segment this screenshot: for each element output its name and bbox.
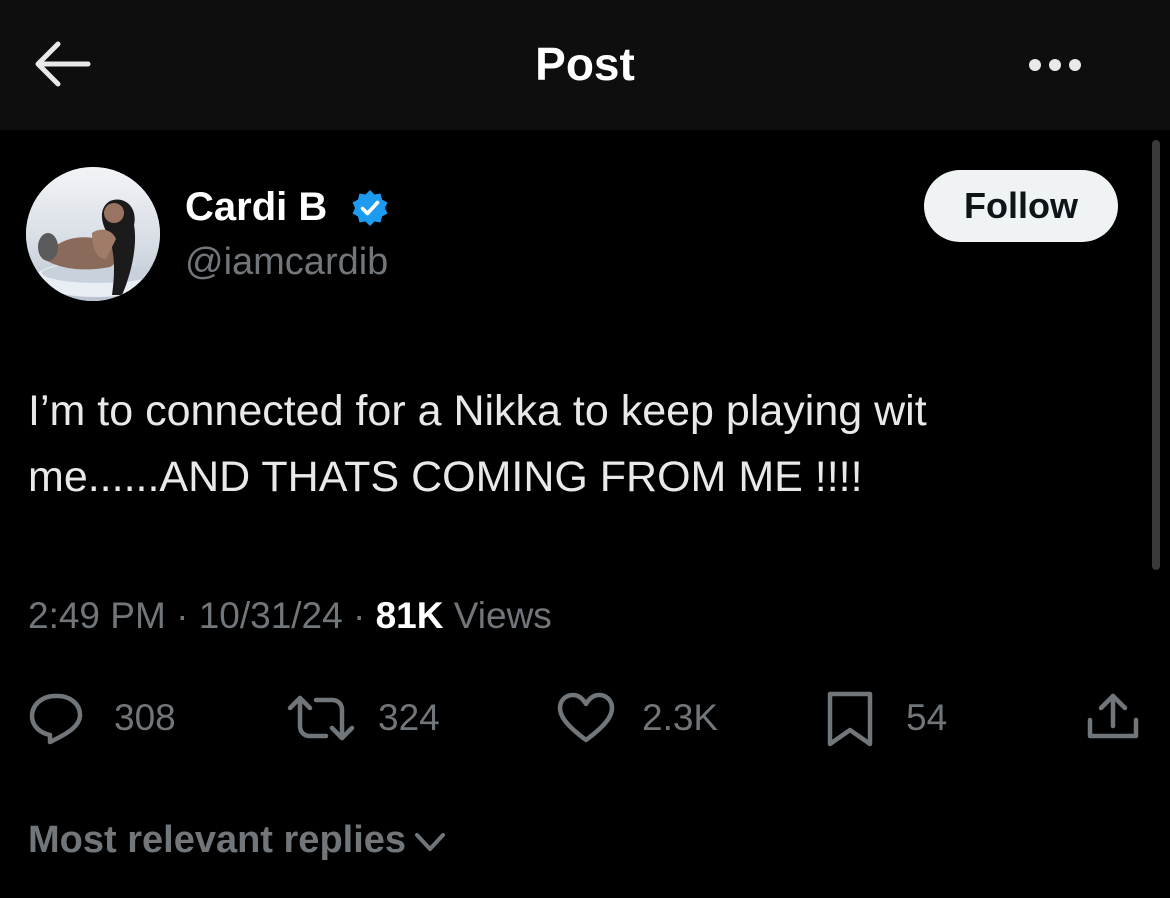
repost-button[interactable]: 324: [286, 690, 456, 746]
repost-count: 324: [378, 697, 440, 738]
meta-separator: ·: [176, 595, 189, 636]
post-meta: 2:49 PM · 10/31/24 · 81K Views: [28, 592, 552, 640]
scrollbar[interactable]: [1152, 140, 1160, 570]
views-count[interactable]: 81K: [376, 595, 444, 636]
bookmark-count: 54: [906, 697, 948, 738]
post-text: I’m to connected for a Nikka to keep pla…: [28, 387, 927, 501]
avatar-image: [26, 167, 160, 301]
post-date[interactable]: 10/31/24: [199, 595, 343, 636]
avatar[interactable]: [26, 167, 160, 301]
follow-button[interactable]: Follow: [924, 170, 1118, 242]
like-count: 2.3K: [642, 697, 719, 738]
meta-separator: ·: [353, 595, 366, 636]
chevron-down-icon: [415, 832, 446, 851]
views-label[interactable]: Views: [454, 595, 552, 636]
replies-sort-button[interactable]: Most relevant replies: [28, 815, 448, 865]
reply-count: 308: [114, 697, 176, 738]
page-title: Post: [535, 38, 635, 90]
share-button[interactable]: [1084, 690, 1144, 746]
heart-icon: [557, 692, 615, 743]
top-bar: Post: [0, 0, 1170, 130]
repost-icon: [287, 695, 355, 741]
author-display-name[interactable]: Cardi B: [185, 183, 327, 231]
bookmark-icon: [827, 691, 873, 747]
like-button[interactable]: 2.3K: [556, 690, 746, 746]
bookmark-button[interactable]: 54: [822, 690, 972, 747]
more-horizontal-icon: [1029, 59, 1081, 71]
verified-badge-icon: [352, 190, 388, 226]
reply-button[interactable]: 308: [28, 690, 198, 746]
author-handle[interactable]: @iamcardib: [185, 238, 388, 286]
reply-icon: [29, 693, 83, 745]
post-time[interactable]: 2:49 PM: [28, 595, 166, 636]
share-icon: [1087, 693, 1139, 739]
replies-sort-label: Most relevant replies: [28, 819, 407, 861]
more-options-button[interactable]: [1020, 48, 1090, 82]
